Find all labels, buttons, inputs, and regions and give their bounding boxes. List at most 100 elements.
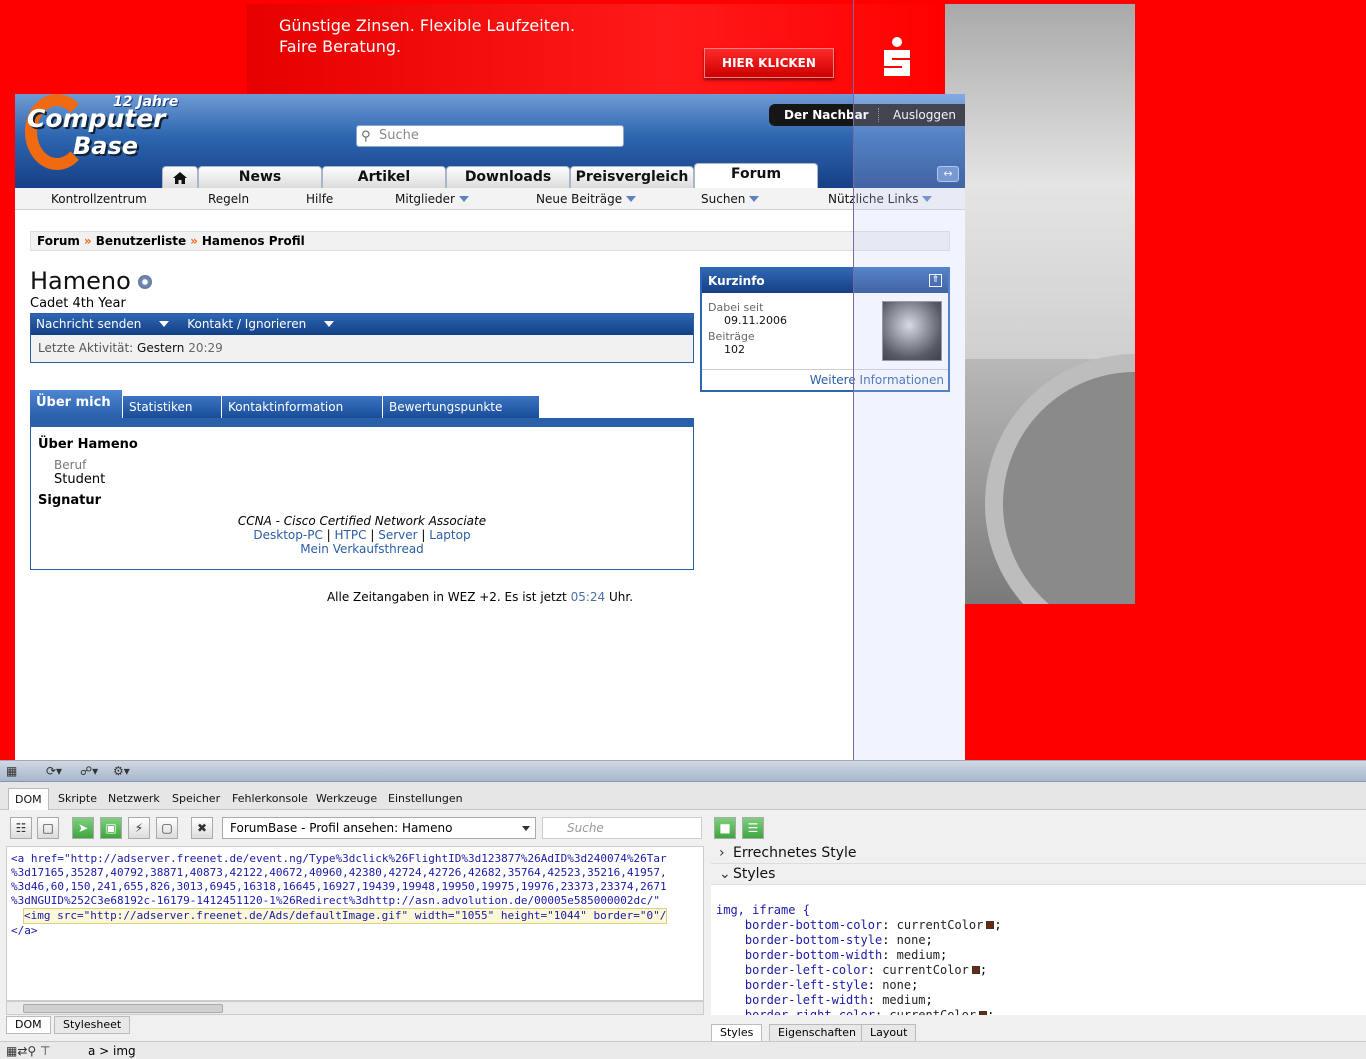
document-select[interactable]: ForumBase - Profil ansehen: Hameno	[222, 817, 536, 839]
dom-line[interactable]: %3d17165,35287,40792,38871,40873,42122,4…	[11, 866, 667, 879]
dom-line[interactable]: <a href="http://adserver.freenet.de/even…	[11, 852, 667, 865]
chevron-down-icon	[459, 196, 469, 202]
subnav-suchen[interactable]: Suchen	[701, 188, 760, 210]
tab-eigenschaften[interactable]: Eigenschaften	[769, 1024, 865, 1042]
posts-label: Beiträge	[708, 330, 755, 343]
dom-search-input[interactable]: Suche	[542, 817, 702, 839]
home-icon	[173, 172, 187, 184]
pointer-icon[interactable]: ➤	[72, 817, 94, 839]
styles-header[interactable]: ⌄ Styles	[711, 864, 1366, 885]
tab-dom[interactable]: DOM	[8, 788, 49, 810]
tab-einstellungen[interactable]: Einstellungen	[382, 788, 469, 810]
settings-icon[interactable]: ⚙▾	[113, 763, 130, 779]
color-swatch-icon	[986, 921, 995, 929]
send-message-label: Nachricht senden	[36, 317, 142, 331]
signature: CCNA - Cisco Certified Network Associate…	[38, 514, 686, 556]
sig-link-server[interactable]: Server	[378, 528, 417, 542]
tab-downloads[interactable]: Downloads	[446, 166, 570, 188]
update-icon[interactable]: ⚡	[128, 817, 150, 839]
logo-word-computer: Computer	[27, 104, 166, 133]
tab-preisvergleich[interactable]: Preisvergleich	[570, 166, 694, 188]
tab-skripte[interactable]: Skripte	[52, 788, 103, 810]
css-rules[interactable]: img, iframe { border-bottom-color: curre…	[711, 885, 1366, 1015]
css-prop: border-left-width	[744, 993, 868, 1007]
sig-sep: |	[421, 528, 426, 542]
tab-werkzeuge[interactable]: Werkzeuge	[310, 788, 383, 810]
tab-netzwerk[interactable]: Netzwerk	[102, 788, 166, 810]
ad-photo[interactable]	[945, 4, 1135, 604]
tab-ueber-mich[interactable]: Über mich	[30, 390, 123, 418]
tab-speicher[interactable]: Speicher	[166, 788, 226, 810]
ad-subline: Faire Beratung.	[279, 37, 402, 56]
tab-stylesheet[interactable]: Stylesheet	[54, 1016, 131, 1034]
search-input[interactable]: ⚲ Suche	[356, 125, 624, 147]
tab-news[interactable]: News	[198, 166, 322, 188]
tab-statistiken[interactable]: Statistiken	[123, 396, 222, 418]
computed-style-header[interactable]: › Errechnetes Style	[711, 843, 1366, 864]
dom-line[interactable]: %3dNGUID%252C3e68192c-16179-1412451120-1…	[11, 894, 660, 907]
reload-icon[interactable]: ⟳▾	[46, 763, 62, 779]
ad-cta-button[interactable]: HIER KLICKEN	[704, 48, 834, 78]
contact-ignore-label: Kontakt / Ignorieren	[187, 317, 307, 331]
tab-dom-view[interactable]: DOM	[6, 1016, 51, 1034]
subnav-label: Regeln	[208, 192, 250, 206]
sig-link-htpc[interactable]: HTPC	[335, 528, 367, 542]
css-val: medium	[896, 948, 940, 962]
about-panel: Über Hameno Beruf Student Signatur CCNA …	[30, 427, 694, 570]
kurzinfo-title: Kurzinfo	[708, 274, 765, 288]
status-icons[interactable]: ▦⇄⚲ ⊤	[6, 1043, 50, 1059]
tab-styles[interactable]: Styles	[711, 1024, 763, 1042]
subnav-neue-beitraege[interactable]: Neue Beiträge	[536, 188, 637, 210]
devtools-panel: ▦ ⟳▾ ☍▾ ⚙▾ DOM Skripte Netzwerk Speicher…	[0, 760, 1366, 1059]
subnav-mitglieder[interactable]: Mitglieder	[395, 188, 469, 210]
css-val: none	[882, 978, 912, 992]
sig-link-verkaufsthread[interactable]: Mein Verkaufsthread	[300, 542, 424, 556]
subnav-kontrollzentrum[interactable]: Kontrollzentrum	[51, 188, 147, 210]
chevron-down-icon	[749, 196, 760, 202]
tab-fehlerkonsole[interactable]: Fehlerkonsole	[226, 788, 314, 810]
tab-layout[interactable]: Layout	[861, 1024, 917, 1042]
dom-horizontal-scrollbar[interactable]	[6, 1001, 704, 1015]
tab-home[interactable]	[162, 166, 198, 188]
ad-photo-sky	[945, 4, 1135, 364]
css-prop: border-right-color	[744, 1008, 875, 1015]
breadcrumb-benutzerliste[interactable]: Benutzerliste	[96, 234, 186, 248]
site-logo[interactable]: 12 Jahre Computer Base	[25, 90, 185, 180]
breadcrumb-forum[interactable]: Forum	[37, 234, 80, 248]
scrollbar-thumb[interactable]	[23, 1004, 223, 1013]
tab-forum[interactable]: Forum	[694, 163, 818, 188]
dom-line[interactable]: </a>	[11, 924, 38, 937]
frame-icon[interactable]: ▢	[156, 817, 178, 839]
dom-tree-icon[interactable]: ☷	[10, 817, 32, 839]
color-swatch-icon	[979, 1011, 988, 1015]
last-activity-time: 20:29	[188, 341, 223, 355]
network-icon[interactable]: ☍▾	[80, 763, 98, 779]
breadcrumb: Forum» Benutzerliste» Hamenos Profil	[30, 231, 950, 251]
dom-line-selected[interactable]: <img src="http://adserver.freenet.de/Ads…	[23, 908, 668, 924]
dock-icon[interactable]: ▦	[6, 763, 17, 779]
style-toggle-icon[interactable]: ■	[714, 817, 736, 839]
tab-artikel[interactable]: Artikel	[322, 166, 446, 188]
dom-line[interactable]: %3d46,60,150,241,655,826,3013,6945,16318…	[11, 880, 667, 893]
css-prop: border-left-style	[744, 978, 868, 992]
tools-icon[interactable]: ✖	[191, 817, 213, 839]
dom-tree-view[interactable]: <a href="http://adserver.freenet.de/even…	[6, 846, 704, 1001]
ad-banner[interactable]: Günstige Zinsen. Flexible Laufzeiten. Fa…	[247, 4, 945, 100]
sig-link-desktop[interactable]: Desktop-PC	[253, 528, 322, 542]
footer-time: Alle Zeitangaben in WEZ +2. Es ist jetzt…	[15, 590, 965, 604]
inspector-guide-line	[853, 0, 854, 760]
highlight-icon[interactable]: ▣	[100, 817, 122, 839]
sig-link-laptop[interactable]: Laptop	[429, 528, 470, 542]
send-message-menu[interactable]: Nachricht senden	[36, 317, 170, 331]
profile-tabs: Über mich Statistiken Kontaktinformation…	[30, 388, 694, 427]
select-element-icon[interactable]: □	[37, 817, 59, 839]
profile-action-bar: Nachricht senden Kontakt / Ignorieren Le…	[30, 313, 694, 363]
contact-ignore-menu[interactable]: Kontakt / Ignorieren	[187, 317, 335, 331]
subnav-regeln[interactable]: Regeln	[208, 188, 249, 210]
subnav-hilfe[interactable]: Hilfe	[306, 188, 333, 210]
breadcrumb-path[interactable]: a > img	[88, 1042, 136, 1059]
tab-bewertungspunkte[interactable]: Bewertungspunkte	[383, 396, 540, 418]
style-list-icon[interactable]: ☰	[742, 817, 764, 839]
tab-kontaktinformation[interactable]: Kontaktinformation	[222, 396, 383, 418]
css-val: currentColor	[882, 963, 969, 977]
